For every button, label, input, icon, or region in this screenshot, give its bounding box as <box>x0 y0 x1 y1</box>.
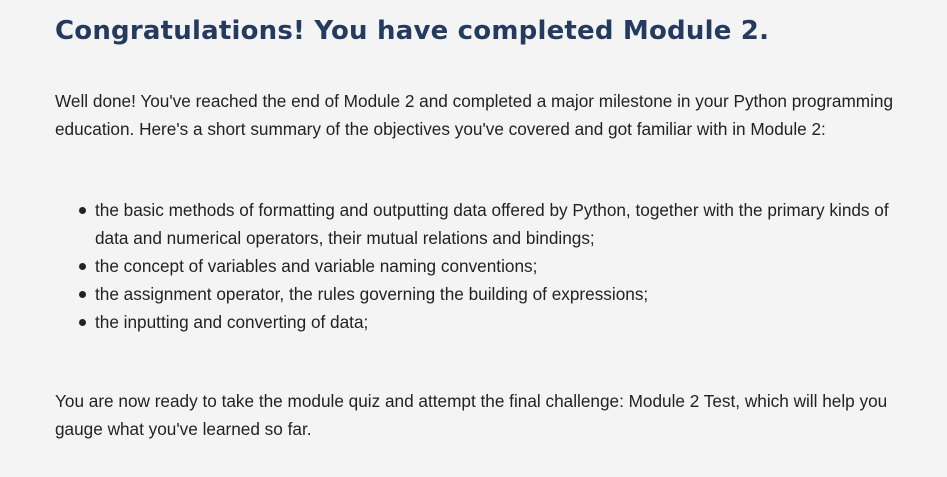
list-item-text: the basic methods of formatting and outp… <box>95 200 889 248</box>
bullet-icon <box>79 291 86 298</box>
page-title: Congratulations! You have completed Modu… <box>55 16 770 46</box>
list-item: the assignment operator, the rules gover… <box>79 280 905 308</box>
bullet-icon <box>79 319 86 326</box>
bullet-icon <box>79 263 86 270</box>
bullet-icon <box>79 207 86 214</box>
list-item: the concept of variables and variable na… <box>79 252 905 280</box>
intro-paragraph: Well done! You've reached the end of Mod… <box>55 91 894 139</box>
list-item: the basic methods of formatting and outp… <box>79 196 905 252</box>
list-item-text: the inputting and converting of data; <box>95 312 369 332</box>
list-item-text: the concept of variables and variable na… <box>95 256 538 276</box>
list-item: the inputting and converting of data; <box>79 308 905 336</box>
objectives-list: the basic methods of formatting and outp… <box>55 196 905 336</box>
outro-paragraph: You are now ready to take the module qui… <box>55 391 888 439</box>
list-item-text: the assignment operator, the rules gover… <box>95 284 649 304</box>
